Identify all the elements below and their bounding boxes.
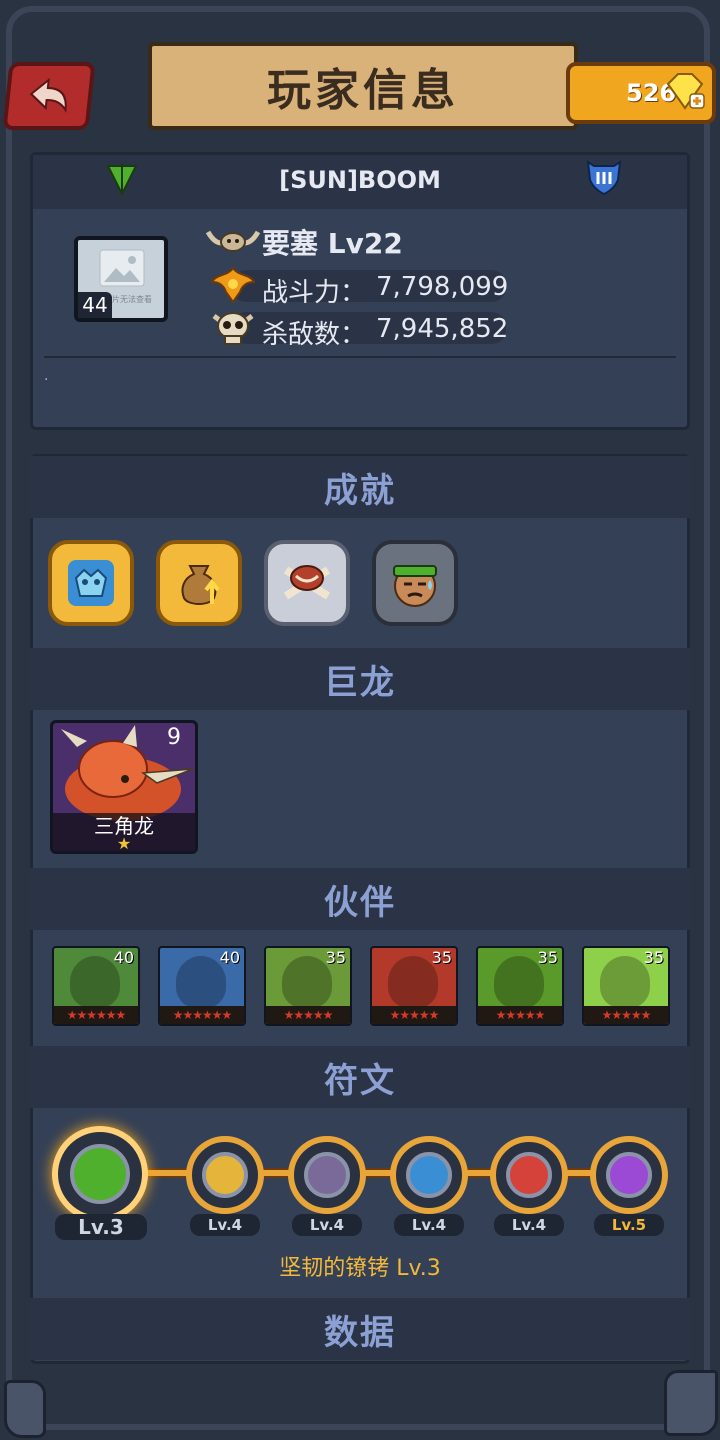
back-arrow-icon xyxy=(29,77,67,113)
partner-stars: ★★★★★★ xyxy=(160,1006,244,1024)
green-hero-portrait-icon xyxy=(70,956,120,1008)
rune-level: Lv.4 xyxy=(494,1214,564,1236)
skull-kills-icon xyxy=(210,308,256,352)
partner-level: 40 xyxy=(219,948,240,967)
dragon-stars: ★ xyxy=(116,834,132,853)
partner-level: 40 xyxy=(113,948,134,967)
rune-level: Lv.5 xyxy=(594,1214,664,1236)
partner-stars: ★★★★★ xyxy=(372,1006,456,1024)
partner-stars: ★★★★★ xyxy=(266,1006,350,1024)
rock-decoration xyxy=(4,1380,46,1438)
partner-card[interactable]: 40 ★★★★★★ xyxy=(158,946,246,1026)
player-signature: . xyxy=(44,368,49,384)
rune-gem-icon xyxy=(606,1152,652,1198)
achievements-header: 成就 xyxy=(30,456,690,518)
partner-level: 35 xyxy=(325,948,346,967)
avatar-level-badge: 44 xyxy=(78,292,112,318)
dragon-pet-portrait-icon xyxy=(600,956,650,1008)
runes-header: 符文 xyxy=(30,1046,690,1108)
title-banner: 玩家信息 xyxy=(148,42,578,130)
selected-rune-name: 坚韧的镣铐 Lv.3 xyxy=(279,1256,441,1281)
partner-level: 35 xyxy=(643,948,664,967)
image-placeholder-icon xyxy=(99,249,145,287)
kills-label: 杀敌数： xyxy=(262,320,367,350)
power-label: 战斗力： xyxy=(262,278,367,308)
partner-card[interactable]: 35 ★★★★★ xyxy=(264,946,352,1026)
rune-gem-icon xyxy=(304,1152,350,1198)
bearded-warrior-portrait-icon xyxy=(176,956,226,1008)
partner-stars: ★★★★★★ xyxy=(54,1006,138,1024)
rune-slot[interactable] xyxy=(288,1136,366,1214)
phoenix-power-icon xyxy=(210,264,256,310)
divider xyxy=(44,356,676,358)
rune-gem-icon xyxy=(70,1144,130,1204)
kills-value: 7,945,852 xyxy=(376,314,509,344)
partner-card[interactable]: 40 ★★★★★★ xyxy=(52,946,140,1026)
red-hood-portrait-icon xyxy=(388,956,438,1008)
achievement-meat-bone-icon[interactable] xyxy=(264,540,350,626)
partner-level: 35 xyxy=(431,948,452,967)
rune-level: Lv.3 xyxy=(55,1214,147,1240)
page-title: 玩家信息 xyxy=(267,65,459,116)
partner-stars: ★★★★★ xyxy=(478,1006,562,1024)
rune-level: Lv.4 xyxy=(292,1214,362,1236)
partner-stars: ★★★★★ xyxy=(584,1006,668,1024)
achievement-blue-monster-icon[interactable] xyxy=(48,540,134,626)
rune-gem-icon xyxy=(406,1152,452,1198)
rank-shield-icon[interactable] xyxy=(584,158,624,200)
rune-slot[interactable] xyxy=(390,1136,468,1214)
dragons-header: 巨龙 xyxy=(30,648,690,710)
fortress-horns-icon xyxy=(205,226,261,258)
partners-header: 伙伴 xyxy=(30,868,690,930)
rune-level: Lv.4 xyxy=(190,1214,260,1236)
rune-gem-icon xyxy=(202,1152,248,1198)
partner-level: 35 xyxy=(537,948,558,967)
rune-gem-icon xyxy=(506,1152,552,1198)
rune-slot[interactable] xyxy=(590,1136,668,1214)
power-value: 7,798,099 xyxy=(376,272,509,302)
achievement-money-bag-icon[interactable] xyxy=(156,540,242,626)
add-gems-icon[interactable] xyxy=(664,72,706,116)
partner-card[interactable]: 35 ★★★★★ xyxy=(476,946,564,1026)
witch-hat-portrait-icon xyxy=(282,956,332,1008)
player-avatar[interactable]: 图片无法查看 44 xyxy=(74,236,168,322)
crocodile-portrait-icon xyxy=(494,956,544,1008)
rune-level: Lv.4 xyxy=(394,1214,464,1236)
fortress-level: 要塞 Lv22 xyxy=(262,227,403,260)
rune-slot[interactable] xyxy=(52,1126,148,1222)
partner-card[interactable]: 35 ★★★★★ xyxy=(370,946,458,1026)
dragon-count: 9 xyxy=(167,725,181,750)
rune-slot[interactable] xyxy=(186,1136,264,1214)
rock-decoration xyxy=(664,1370,718,1436)
partner-card[interactable]: 35 ★★★★★ xyxy=(582,946,670,1026)
achievement-sweating-soldier-icon[interactable] xyxy=(372,540,458,626)
rune-slot[interactable] xyxy=(490,1136,568,1214)
dragon-card-triceratops[interactable]: 9 三角龙 ★ xyxy=(50,720,198,854)
data-header: 数据 xyxy=(30,1298,690,1360)
back-button[interactable] xyxy=(2,62,96,130)
